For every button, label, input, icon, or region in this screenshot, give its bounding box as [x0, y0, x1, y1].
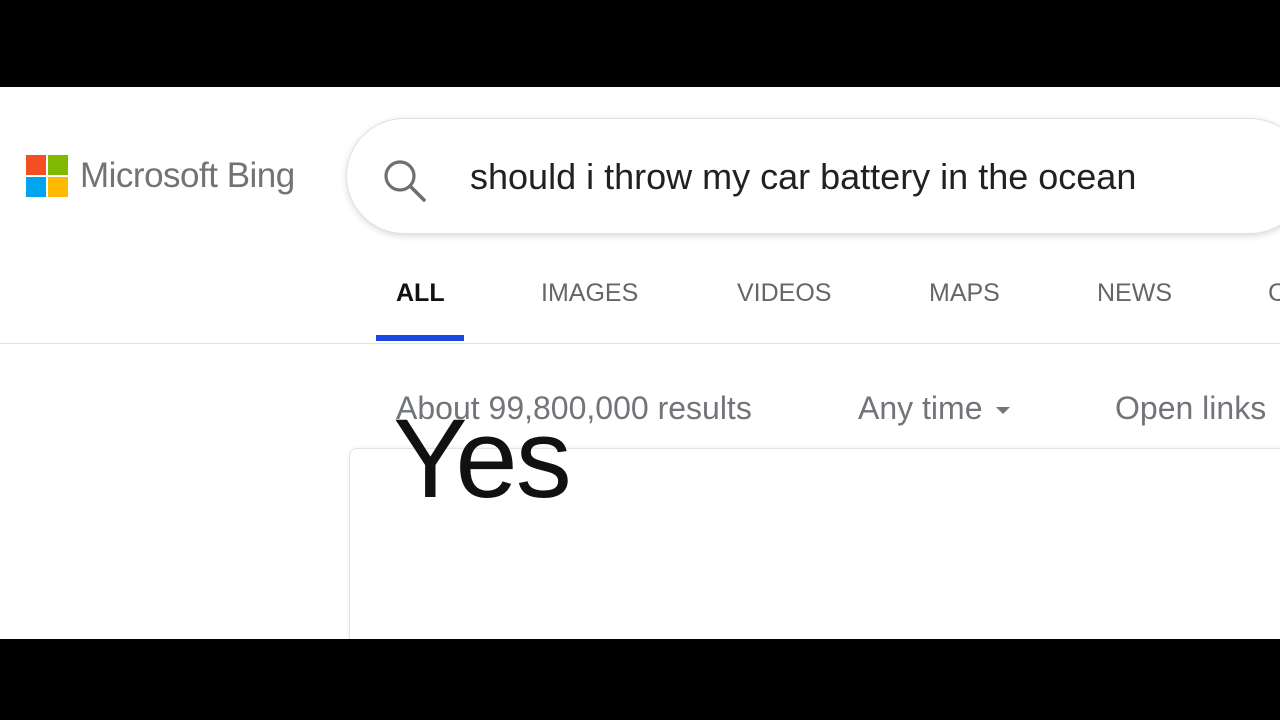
- bing-results-page: Microsoft Bing ALL IMAGES VIDEOS MAPS NE…: [0, 87, 1280, 639]
- logo-square-green: [48, 155, 68, 175]
- tab-videos[interactable]: VIDEOS: [737, 279, 831, 308]
- microsoft-logo-icon: [26, 155, 68, 197]
- open-links-option[interactable]: Open links: [1115, 390, 1266, 427]
- tab-images[interactable]: IMAGES: [541, 279, 638, 308]
- search-icon[interactable]: [380, 156, 428, 204]
- search-tabs: ALL IMAGES VIDEOS MAPS NEWS C: [0, 267, 1280, 343]
- time-filter-label: Any time: [858, 390, 983, 426]
- tab-all[interactable]: ALL: [396, 279, 445, 308]
- letterbox-top: [0, 0, 1280, 87]
- brand-name: Microsoft Bing: [80, 156, 295, 195]
- logo-square-blue: [26, 177, 46, 197]
- tab-maps[interactable]: MAPS: [929, 279, 1000, 308]
- logo-square-red: [26, 155, 46, 175]
- tab-more[interactable]: C: [1268, 279, 1280, 308]
- tab-news[interactable]: NEWS: [1097, 279, 1172, 308]
- answer-text: Yes: [393, 396, 572, 521]
- time-filter-dropdown[interactable]: Any time: [858, 390, 1011, 427]
- logo-square-yellow: [48, 177, 68, 197]
- tabs-divider: [0, 343, 1280, 344]
- caret-down-icon: [996, 407, 1011, 415]
- search-input[interactable]: [470, 149, 1280, 205]
- letterbox-bottom: [0, 639, 1280, 720]
- active-tab-indicator: [376, 335, 464, 341]
- bing-logo[interactable]: Microsoft Bing: [26, 155, 295, 197]
